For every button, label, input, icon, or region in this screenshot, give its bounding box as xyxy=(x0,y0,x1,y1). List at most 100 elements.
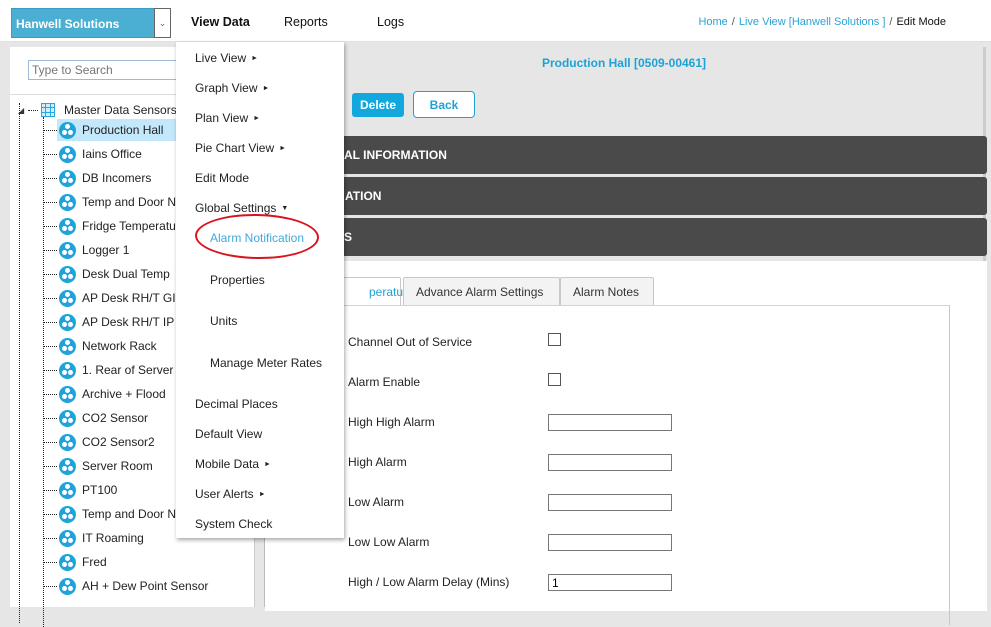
tree-node-content[interactable]: CO2 Sensor2 xyxy=(57,431,159,453)
menu-item-global-settings[interactable]: Global Settings ▼ xyxy=(195,201,288,215)
menu-item-pie-chart-view[interactable]: Pie Chart View ► xyxy=(195,141,286,155)
tree-node-content[interactable]: AH + Dew Point Sensor xyxy=(57,575,212,597)
tree-node-label: IT Roaming xyxy=(82,531,144,545)
tree-node-content[interactable]: Desk Dual Temp xyxy=(57,263,174,285)
menu-item-decimal-places[interactable]: Decimal Places xyxy=(195,397,278,411)
tab-advance-alarm-settings[interactable]: Advance Alarm Settings xyxy=(403,277,560,305)
high-high-alarm-input[interactable] xyxy=(548,414,672,431)
alarm-delay-input[interactable] xyxy=(548,574,672,591)
tree-connector xyxy=(43,513,57,515)
chevron-down-icon[interactable]: ⌄ xyxy=(154,8,171,38)
tree-node-content[interactable]: DB Incomers xyxy=(57,167,155,189)
tree-line xyxy=(19,103,20,623)
tree-node-content[interactable]: Production Hall xyxy=(57,119,177,141)
menu-item-live-view[interactable]: Live View ► xyxy=(195,51,258,65)
menu-item-plan-view[interactable]: Plan View ► xyxy=(195,111,260,125)
expand-arrow-icon[interactable]: ◢ xyxy=(18,106,28,115)
tree-connector xyxy=(43,561,57,563)
tree-node-content[interactable]: AP Desk RH/T GI xyxy=(57,287,180,309)
alarm-content: perature Advance Alarm Settings Alarm No… xyxy=(265,261,987,625)
tree-connector xyxy=(43,585,57,587)
nav-logs[interactable]: Logs xyxy=(377,15,404,29)
tree-node-content[interactable]: Server Room xyxy=(57,455,157,477)
channel-out-of-service-checkbox[interactable] xyxy=(548,333,561,346)
menu-item-mobile-data[interactable]: Mobile Data ► xyxy=(195,457,271,471)
menu-item-units[interactable]: Units xyxy=(210,314,237,328)
delete-button[interactable]: Delete xyxy=(352,93,404,117)
menu-item-label: User Alerts xyxy=(195,487,254,501)
back-button[interactable]: Back xyxy=(413,91,475,118)
menu-item-system-check[interactable]: System Check xyxy=(195,517,272,531)
tree-node-content[interactable]: Iains Office xyxy=(57,143,146,165)
accordion-label: ATION xyxy=(345,189,382,203)
tree-node-content[interactable]: AP Desk RH/T IP xyxy=(57,311,178,333)
tree-node-content[interactable]: Network Rack xyxy=(57,335,161,357)
menu-item-label: System Check xyxy=(195,517,273,531)
tree-root-label: Master Data Sensors xyxy=(64,103,177,117)
tree-node-content[interactable]: IT Roaming xyxy=(57,527,148,549)
tree-connector xyxy=(43,297,57,299)
menu-item-edit-mode[interactable]: Edit Mode xyxy=(195,171,249,185)
high-alarm-label: High Alarm xyxy=(348,455,407,469)
caret-right-icon: ► xyxy=(264,461,271,469)
caret-right-icon: ► xyxy=(251,55,259,63)
tree-root[interactable]: ◢ Master Data Sensors xyxy=(18,100,177,120)
tab-label: Advance Alarm Settings xyxy=(416,284,544,299)
tree-node-content[interactable]: Temp and Door N xyxy=(57,191,180,213)
nav-reports[interactable]: Reports xyxy=(284,15,328,29)
company-name: Hanwell Solutions xyxy=(16,17,120,31)
caret-down-icon: ▼ xyxy=(281,205,289,213)
menu-item-label: Graph View xyxy=(195,81,258,95)
tree-connector xyxy=(43,153,57,155)
tree-node-label: DB Incomers xyxy=(82,171,152,185)
menu-item-properties[interactable]: Properties xyxy=(210,273,265,287)
view-data-menu: Live View ► Graph View ► Plan View ► Pie Chart… xyxy=(176,42,344,538)
tree-connector xyxy=(43,465,57,467)
main-panel: Production Hall [0509-00461] Delete Back… xyxy=(264,47,987,625)
alarm-enable-checkbox[interactable] xyxy=(548,373,561,386)
tree-connector xyxy=(43,225,57,227)
accordion-alarms[interactable]: S xyxy=(265,218,987,256)
tree-node-label: CO2 Sensor xyxy=(82,411,149,425)
tab-alarm-notes[interactable]: Alarm Notes xyxy=(560,277,654,305)
breadcrumb-live-view[interactable]: Live View [Hanwell Solutions ] xyxy=(739,16,886,28)
tree-node-content[interactable]: Archive + Flood xyxy=(57,383,170,405)
tree-node-content[interactable]: PT100 xyxy=(57,479,121,501)
tree-node-content[interactable]: Logger 1 xyxy=(57,239,133,261)
menu-item-default-view[interactable]: Default View xyxy=(195,427,262,441)
tree-node-label: AP Desk RH/T GI xyxy=(82,291,176,305)
breadcrumb-separator: / xyxy=(889,16,893,28)
company-selector[interactable]: Hanwell Solutions ⌄ xyxy=(11,8,171,38)
tree-node[interactable]: Fred xyxy=(43,551,243,573)
tree-node-content[interactable]: CO2 Sensor xyxy=(57,407,152,429)
sensor-icon xyxy=(59,337,76,355)
tree-connector xyxy=(43,537,57,539)
menu-item-manage-meter-rates[interactable]: Manage Meter Rates xyxy=(210,356,322,370)
accordion-label: S xyxy=(344,230,353,244)
accordion-general-information[interactable]: AL INFORMATION xyxy=(265,136,987,174)
alarm-enable-label: Alarm Enable xyxy=(348,375,421,389)
low-low-alarm-input[interactable] xyxy=(548,534,672,551)
low-alarm-input[interactable] xyxy=(548,494,672,511)
tree-node[interactable]: AH + Dew Point Sensor xyxy=(43,575,243,597)
menu-item-label: Mobile Data xyxy=(195,457,260,471)
menu-item-user-alerts[interactable]: User Alerts ► xyxy=(195,487,266,501)
breadcrumb-separator: / xyxy=(731,16,735,28)
sensor-icon xyxy=(59,361,76,379)
search-input[interactable] xyxy=(28,60,188,80)
tree-node-label: Fridge Temperatu xyxy=(82,219,176,233)
device-title: Production Hall [0509-00461] xyxy=(541,56,707,70)
menu-item-graph-view[interactable]: Graph View ► xyxy=(195,81,269,95)
menu-item-label: Properties xyxy=(210,273,265,287)
tree-node-content[interactable]: Temp and Door N xyxy=(57,503,180,525)
alarm-delay-label: High / Low Alarm Delay (Mins) xyxy=(348,575,510,589)
nav-view-data[interactable]: View Data xyxy=(191,15,250,29)
tree-node-label: Server Room xyxy=(82,459,153,473)
breadcrumb-home[interactable]: Home xyxy=(698,16,727,28)
tree-node-content[interactable]: Fridge Temperatu xyxy=(57,215,180,237)
high-alarm-input[interactable] xyxy=(548,454,672,471)
accordion-calibration[interactable]: ATION xyxy=(265,177,987,215)
tree-node-content[interactable]: Fred xyxy=(57,551,111,573)
tree-node-content[interactable]: 1. Rear of Server xyxy=(57,359,177,381)
tree-node-label: Desk Dual Temp xyxy=(82,267,170,281)
